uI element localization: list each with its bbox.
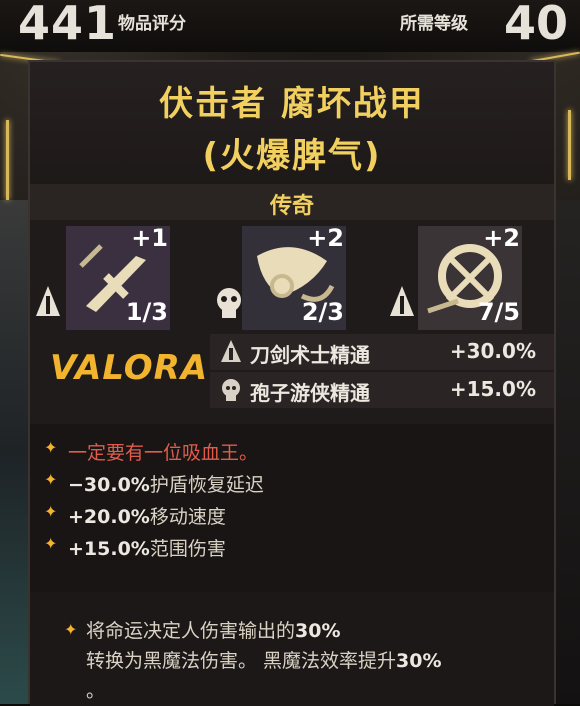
aspect-bonus: +1 xyxy=(131,224,168,252)
legendary-effect: ✦ 将命运决定人伤害输出的30% 转换为黑魔法伤害。 黑魔法效率提升30% 。 xyxy=(30,592,554,706)
stat-label: 刀剑术士精通 xyxy=(250,343,370,367)
legendary-effect-text: 将命运决定人伤害输出的30% 转换为黑魔法伤害。 黑魔法效率提升30% 。 xyxy=(86,616,536,706)
item-score-value: 441 xyxy=(18,0,118,50)
required-level-label: 所需等级 xyxy=(400,14,468,34)
item-name-line2: (火爆脾气) xyxy=(202,136,382,176)
affix-area-damage: ✦ +15.0%范围伤害 xyxy=(44,534,226,561)
rarity-bar: 传奇 xyxy=(30,184,554,220)
aspect-slot-2[interactable]: +2 2/3 xyxy=(242,224,346,330)
star-bullet-icon: ✦ xyxy=(44,534,58,553)
legendary-value: 30% xyxy=(396,650,442,672)
affix-shield-delay: ✦ −30.0%护盾恢复延迟 xyxy=(44,470,264,497)
affix-requirement: ✦ 一定要有一位吸血王。 xyxy=(44,438,259,465)
aspect-count: 7/5 xyxy=(477,298,520,326)
valora-brand-logo: VALORA xyxy=(50,348,209,388)
affix-move-speed: ✦ +20.0%移动速度 xyxy=(44,502,226,529)
blademaster-class-icon xyxy=(390,286,414,316)
star-bullet-icon: ✦ xyxy=(44,502,58,521)
item-title-area: 伏击者 腐坏战甲 (火爆脾气) xyxy=(30,62,554,187)
legendary-text-part: 。 xyxy=(86,680,106,702)
star-bullet-icon: ✦ xyxy=(64,620,78,639)
affix-text: 范围伤害 xyxy=(149,538,226,560)
legendary-text-part: 将命运决定人伤害输出的 xyxy=(86,620,296,642)
aspect-slot-3[interactable]: +2 7/5 xyxy=(418,224,522,330)
affix-text: 护盾恢复延迟 xyxy=(149,474,264,496)
background-character-left xyxy=(0,200,28,704)
affix-list: ✦ 一定要有一位吸血王。 ✦ −30.0%护盾恢复延迟 ✦ +20.0%移动速度… xyxy=(30,424,554,604)
star-bullet-icon: ✦ xyxy=(44,470,58,489)
lightning-crack-decoration xyxy=(568,110,571,180)
star-bullet-icon: ✦ xyxy=(44,438,58,457)
aspect-bonus: +2 xyxy=(483,224,520,252)
background-character-right xyxy=(556,200,580,704)
affix-text: 一定要有一位吸血王。 xyxy=(68,442,259,464)
blademaster-class-icon xyxy=(36,286,60,316)
tooltip-header: 441 物品评分 所需等级 40 xyxy=(0,0,580,52)
stat-label: 孢子游侠精通 xyxy=(250,381,370,405)
affix-value: +20.0% xyxy=(68,506,150,528)
blademaster-class-icon xyxy=(221,340,241,362)
aspect-count: 2/3 xyxy=(301,298,344,326)
aspect-bonus: +2 xyxy=(307,224,344,252)
stat-value: +15.0% xyxy=(449,377,536,401)
aspect-count: 1/3 xyxy=(125,298,168,326)
legendary-value: 30% xyxy=(295,620,341,642)
item-panel: 伏击者 腐坏战甲 (火爆脾气) 传奇 +1 1/3 +2 2/3 +2 7/5 … xyxy=(28,60,556,706)
legendary-text-part: 转换为黑魔法伤害。 黑魔法效率提升 xyxy=(86,650,397,672)
spore-ranger-class-icon xyxy=(217,288,241,318)
item-score-label: 物品评分 xyxy=(118,14,186,34)
affix-value: −30.0% xyxy=(68,474,150,496)
stat-value: +30.0% xyxy=(449,339,536,363)
stat-row-spore-ranger: 孢子游侠精通 +15.0% xyxy=(210,372,554,408)
item-name-line1: 伏击者 腐坏战甲 xyxy=(159,84,425,124)
aspect-slot-1[interactable]: +1 1/3 xyxy=(66,224,170,330)
lightning-crack-decoration xyxy=(6,120,9,200)
tooltip-frame: 441 物品评分 所需等级 40 伏击者 腐坏战甲 (火爆脾气) 传奇 +1 1… xyxy=(0,0,580,706)
affix-value: +15.0% xyxy=(68,538,150,560)
required-level-value: 40 xyxy=(504,0,569,50)
stat-row-blademaster: 刀剑术士精通 +30.0% xyxy=(210,334,554,370)
item-rarity: 传奇 xyxy=(269,194,314,219)
affix-text: 移动速度 xyxy=(149,506,226,528)
spore-ranger-class-icon xyxy=(222,379,240,401)
